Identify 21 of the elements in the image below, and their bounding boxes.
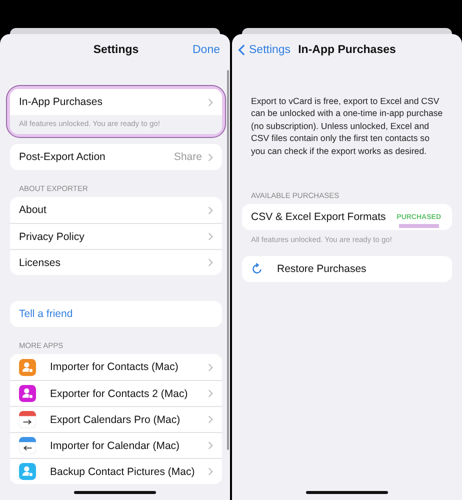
chevron-icon [208,258,213,267]
app-row[interactable]: Backup Contact Pictures (Mac) [10,458,222,484]
chevron-icon [208,441,213,450]
chevron-icon [208,415,213,424]
settings-row[interactable]: In-App Purchases [10,89,222,115]
chevron-icon [208,152,213,162]
chevron-icon [208,389,213,398]
chevron-icon [208,232,213,241]
back-chevron-icon [238,44,245,56]
done-button[interactable]: Done [192,44,220,56]
chevron-icon [208,206,213,214]
screen-title: In-App Purchases [298,44,396,56]
chevron-icon [208,467,213,476]
back-button[interactable]: Settings [238,44,291,56]
chevron-icon [208,98,213,106]
refresh-icon [251,263,263,276]
settings-row[interactable]: Licenses [10,249,222,275]
setting-value: Share [174,151,202,163]
chevron-icon [208,362,213,372]
screen-title: Settings [93,44,139,56]
description-text: Export to vCard is free, export to Excel and CSV can be unlocked with a one-time in-app purchase (no subscription). Unless unlocked, Excel and CSV files contain only the first ten contacts so you can check if the export works as desired. [250,95,444,158]
